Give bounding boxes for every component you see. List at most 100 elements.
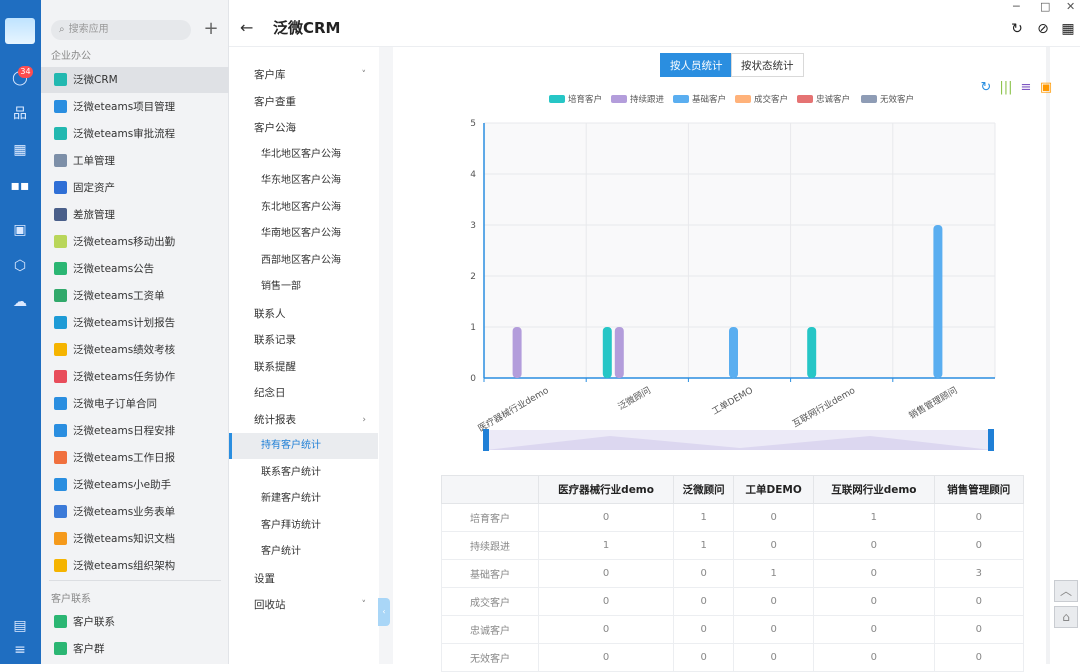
app-item[interactable]: 固定资产 [41, 175, 229, 201]
back-arrow-icon[interactable]: ← [240, 18, 253, 37]
collapse-menu-button[interactable]: ‹ [378, 598, 390, 626]
crm-menu-item[interactable]: 西部地区客户公海 [229, 248, 378, 274]
crm-menu-label: 联系人 [254, 307, 286, 320]
cloud-icon[interactable]: ☁ [10, 292, 30, 312]
legend-item[interactable]: 成交客户 [735, 93, 788, 105]
table-row: 培育客户 0 1 0 1 0 [441, 503, 1025, 532]
crm-menu-item[interactable]: 持有客户统计 [229, 433, 378, 459]
app-item[interactable]: 泛微eteams计划报告 [41, 310, 229, 336]
compass-icon[interactable]: ⊘ [1034, 20, 1052, 38]
crm-menu-item[interactable]: 东北地区客户公海 [229, 195, 378, 221]
legend-item[interactable]: 基础客户 [673, 93, 726, 105]
stack-icon[interactable]: ≡ [1018, 80, 1034, 96]
crm-menu-label: 客户查重 [254, 95, 296, 108]
home-button[interactable]: ⌂ [1054, 606, 1078, 628]
app-item[interactable]: 泛微eteams公告 [41, 256, 229, 282]
crm-menu-item[interactable]: 新建客户统计 [229, 486, 378, 512]
close-icon[interactable]: ✕ [1066, 0, 1075, 13]
table-cell: 0 [813, 587, 935, 616]
crm-menu-item[interactable]: 客户查重 [229, 89, 378, 115]
crm-menu-item[interactable]: 回收站 ˅ [229, 592, 378, 618]
crm-menu-item[interactable]: 联系客户统计 [229, 460, 378, 486]
crm-menu-item[interactable]: 客户统计 [229, 539, 378, 565]
scrollbar[interactable] [1046, 47, 1050, 664]
content-gutter [379, 47, 393, 664]
tab-by-status[interactable]: 按状态统计 [731, 53, 804, 77]
bar [933, 225, 943, 378]
app-item[interactable]: 客户联系 [41, 609, 229, 635]
app-label: 泛微eteams绩效考核 [73, 344, 176, 356]
search-input[interactable]: ⌕ 搜索应用 [51, 20, 191, 40]
row-header-cell: 成交客户 [441, 587, 539, 616]
table-cell: 1 [537, 531, 675, 560]
app-item[interactable]: 泛微eteams日程安排 [41, 418, 229, 444]
minimize-icon[interactable]: ─ [1013, 0, 1020, 13]
table-cell: 3 [933, 559, 1025, 588]
crm-menu-item[interactable]: 客户库 ˅ [229, 62, 378, 88]
app-item[interactable]: 泛微eteams组织架构 [41, 553, 229, 579]
app-item[interactable]: 泛微eteams任务协作 [41, 364, 229, 390]
legend-item[interactable]: 无效客户 [861, 93, 914, 105]
app-item[interactable]: 泛微eteams知识文档 [41, 526, 229, 552]
app-item[interactable]: 泛微eteams审批流程 [41, 121, 229, 147]
legend-item[interactable]: 忠诚客户 [797, 93, 850, 105]
legend-item[interactable]: 持续跟进 [611, 93, 664, 105]
app-item[interactable]: 工单管理 [41, 148, 229, 174]
table-cell: 0 [933, 643, 1025, 672]
crm-menu-item[interactable]: 华东地区客户公海 [229, 168, 378, 194]
refresh-chart-icon[interactable]: ↻ [978, 80, 994, 96]
app-item[interactable]: 泛微eteams工作日报 [41, 445, 229, 471]
crm-menu-item[interactable]: 联系记录 [229, 327, 378, 353]
app-item[interactable]: 泛微eteams业务表单 [41, 499, 229, 525]
app-label: 泛微eteams工资单 [73, 290, 165, 302]
app-icon [54, 424, 67, 437]
crm-menu-item[interactable]: 华南地区客户公海 [229, 221, 378, 247]
maximize-icon[interactable]: □ [1040, 0, 1050, 13]
tab-by-person[interactable]: 按人员统计 [660, 53, 733, 77]
bar-chart-icon[interactable]: ||| [998, 80, 1014, 96]
calendar-icon[interactable]: ▦ [10, 140, 30, 160]
app-item[interactable]: 泛微eteams绩效考核 [41, 337, 229, 363]
crm-menu-item[interactable]: 华北地区客户公海 [229, 142, 378, 168]
notes-icon[interactable]: ▤ [10, 616, 30, 636]
mail-icon[interactable]: ▣ [10, 220, 30, 240]
app-item[interactable]: 泛微eteams工资单 [41, 283, 229, 309]
menu-icon[interactable]: ≡ [10, 640, 30, 660]
table-cell: 0 [537, 559, 675, 588]
app-item[interactable]: 泛微eteams项目管理 [41, 94, 229, 120]
crm-menu-item[interactable]: 设置 [229, 566, 378, 592]
add-app-button[interactable]: + [201, 18, 221, 40]
crm-menu-label: 持有客户统计 [261, 440, 321, 451]
row-header-cell: 忠诚客户 [441, 615, 539, 644]
app-item[interactable]: 差旅管理 [41, 202, 229, 228]
cube-icon[interactable]: ⬡ [10, 256, 30, 276]
crm-menu-item[interactable]: 销售一部 [229, 274, 378, 300]
app-item[interactable]: 泛微电子订单合同 [41, 391, 229, 417]
app-icon [54, 73, 67, 86]
app-item[interactable]: 泛微CRM [41, 67, 229, 93]
logo [5, 18, 35, 44]
save-image-icon[interactable]: ▣ [1038, 80, 1054, 96]
app-item[interactable]: 泛微eteams小e助手 [41, 472, 229, 498]
legend-item[interactable]: 培育客户 [549, 93, 602, 105]
crm-menu-label: 东北地区客户公海 [261, 201, 341, 213]
crm-menu-label: 华南地区客户公海 [261, 228, 341, 239]
x-tick-label: 销售管理顾问 [907, 384, 960, 421]
crm-menu-label: 设置 [254, 572, 275, 585]
legend-swatch [735, 95, 751, 103]
scroll-top-button[interactable]: ︿ [1054, 580, 1078, 602]
app-label: 客户群 [73, 643, 105, 655]
crm-menu-item[interactable]: 联系提醒 [229, 354, 378, 380]
qrcode-icon[interactable]: ▦ [1059, 20, 1077, 38]
app-item[interactable]: 客户群 [41, 636, 229, 662]
apps-icon[interactable]: ▪▪ [10, 176, 30, 196]
app-item[interactable]: 泛微eteams移动出勤 [41, 229, 229, 255]
y-tick-label: 0 [470, 374, 476, 384]
crm-menu-item[interactable]: 纪念日 [229, 380, 378, 406]
refresh-icon[interactable]: ↻ [1008, 20, 1026, 38]
crm-menu-item[interactable]: 统计报表 › [229, 407, 378, 433]
crm-menu-item[interactable]: 联系人 [229, 301, 378, 327]
crm-menu-item[interactable]: 客户拜访统计 [229, 513, 378, 539]
org-icon[interactable]: 品 [10, 104, 30, 124]
crm-menu-item[interactable]: 客户公海 [229, 115, 378, 141]
